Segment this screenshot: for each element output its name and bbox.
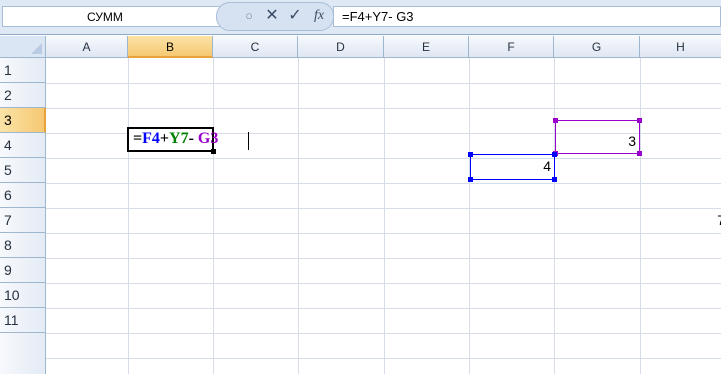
resize-handle[interactable] bbox=[468, 152, 473, 157]
cell-formula: =F4+Y7- G3 bbox=[133, 130, 218, 148]
cell-g3[interactable]: 3 bbox=[560, 133, 636, 149]
formula-minus: - bbox=[188, 130, 198, 147]
grid-line bbox=[46, 83, 721, 84]
formula-plus: + bbox=[159, 130, 170, 147]
fill-handle[interactable] bbox=[211, 149, 216, 154]
column-header-c[interactable]: C bbox=[213, 36, 298, 58]
formula-equals: = bbox=[133, 130, 143, 147]
column-header-g[interactable]: G bbox=[554, 36, 640, 58]
grid-line bbox=[298, 58, 299, 378]
grid-line bbox=[213, 58, 214, 378]
circle-icon: ○ bbox=[245, 8, 253, 23]
grid-line bbox=[46, 333, 721, 334]
column-header-b[interactable]: B bbox=[128, 36, 213, 58]
row-header-9[interactable]: 9 bbox=[0, 258, 46, 283]
enter-icon[interactable]: ✓ bbox=[285, 5, 305, 27]
grid-line bbox=[128, 58, 129, 378]
name-box[interactable]: СУММ bbox=[2, 6, 234, 27]
resize-handle[interactable] bbox=[637, 151, 642, 156]
grid-line bbox=[46, 108, 721, 109]
grid-line bbox=[46, 308, 721, 309]
active-cell-b3[interactable]: =F4+Y7- G3 bbox=[127, 127, 249, 154]
select-all-icon bbox=[31, 43, 42, 54]
resize-handle[interactable] bbox=[552, 177, 557, 182]
row-header-12 bbox=[0, 333, 46, 378]
row-header-8[interactable]: 8 bbox=[0, 233, 46, 258]
column-header-a[interactable]: A bbox=[46, 36, 128, 58]
select-all-corner[interactable] bbox=[0, 36, 46, 58]
resize-handle[interactable] bbox=[552, 152, 557, 157]
grid-line bbox=[554, 58, 555, 378]
row-header-11[interactable]: 11 bbox=[0, 308, 46, 333]
text-cursor bbox=[248, 132, 249, 150]
insert-function-icon[interactable]: fx bbox=[309, 5, 329, 27]
worksheet-grid[interactable]: A B C D E F G H 1 2 3 4 5 6 7 8 9 10 11 … bbox=[0, 36, 721, 378]
formula-ref-y7: Y7 bbox=[169, 130, 189, 147]
row-header-4[interactable]: 4 bbox=[0, 133, 46, 158]
grid-line bbox=[46, 258, 721, 259]
grid-line bbox=[46, 158, 721, 159]
row-header-10[interactable]: 10 bbox=[0, 283, 46, 308]
grid-line bbox=[384, 58, 385, 378]
formula-ref-f4: F4 bbox=[142, 130, 160, 147]
grid-line bbox=[46, 183, 721, 184]
row-header-6[interactable]: 6 bbox=[0, 183, 46, 208]
row-header-5[interactable]: 5 bbox=[0, 158, 46, 183]
row-header-2[interactable]: 2 bbox=[0, 83, 46, 108]
grid-line bbox=[46, 208, 721, 209]
row-header-7[interactable]: 7 bbox=[0, 208, 46, 233]
column-header-d[interactable]: D bbox=[298, 36, 384, 58]
sheet-bottom-edge bbox=[0, 374, 721, 378]
cell-f4[interactable]: 4 bbox=[475, 158, 551, 174]
formula-buttons: ○ ✕ ✓ fx bbox=[216, 2, 334, 31]
column-header-bar: A B C D E F G H bbox=[0, 36, 721, 58]
grid-line bbox=[46, 358, 721, 359]
cancel-icon[interactable]: ✕ bbox=[262, 5, 282, 27]
resize-handle[interactable] bbox=[553, 118, 558, 123]
formula-ref-g3: G3 bbox=[197, 130, 219, 147]
resize-handle[interactable] bbox=[637, 118, 642, 123]
grid-line bbox=[469, 58, 470, 378]
grid-line bbox=[46, 233, 721, 234]
row-header-3[interactable]: 3 bbox=[0, 108, 46, 133]
grid-line bbox=[46, 283, 721, 284]
resize-handle[interactable] bbox=[468, 177, 473, 182]
column-header-h[interactable]: H bbox=[640, 36, 721, 58]
column-header-e[interactable]: E bbox=[384, 36, 469, 58]
formula-bar: СУММ ○ ✕ ✓ fx =F4+Y7- G3 bbox=[0, 0, 721, 35]
formula-input[interactable]: =F4+Y7- G3 bbox=[333, 6, 721, 27]
cell-h7[interactable]: 7 bbox=[640, 212, 721, 228]
name-box-value: СУММ bbox=[87, 10, 123, 24]
row-header-1[interactable]: 1 bbox=[0, 58, 46, 83]
formula-input-text: =F4+Y7- G3 bbox=[342, 9, 414, 24]
column-header-f[interactable]: F bbox=[469, 36, 554, 58]
